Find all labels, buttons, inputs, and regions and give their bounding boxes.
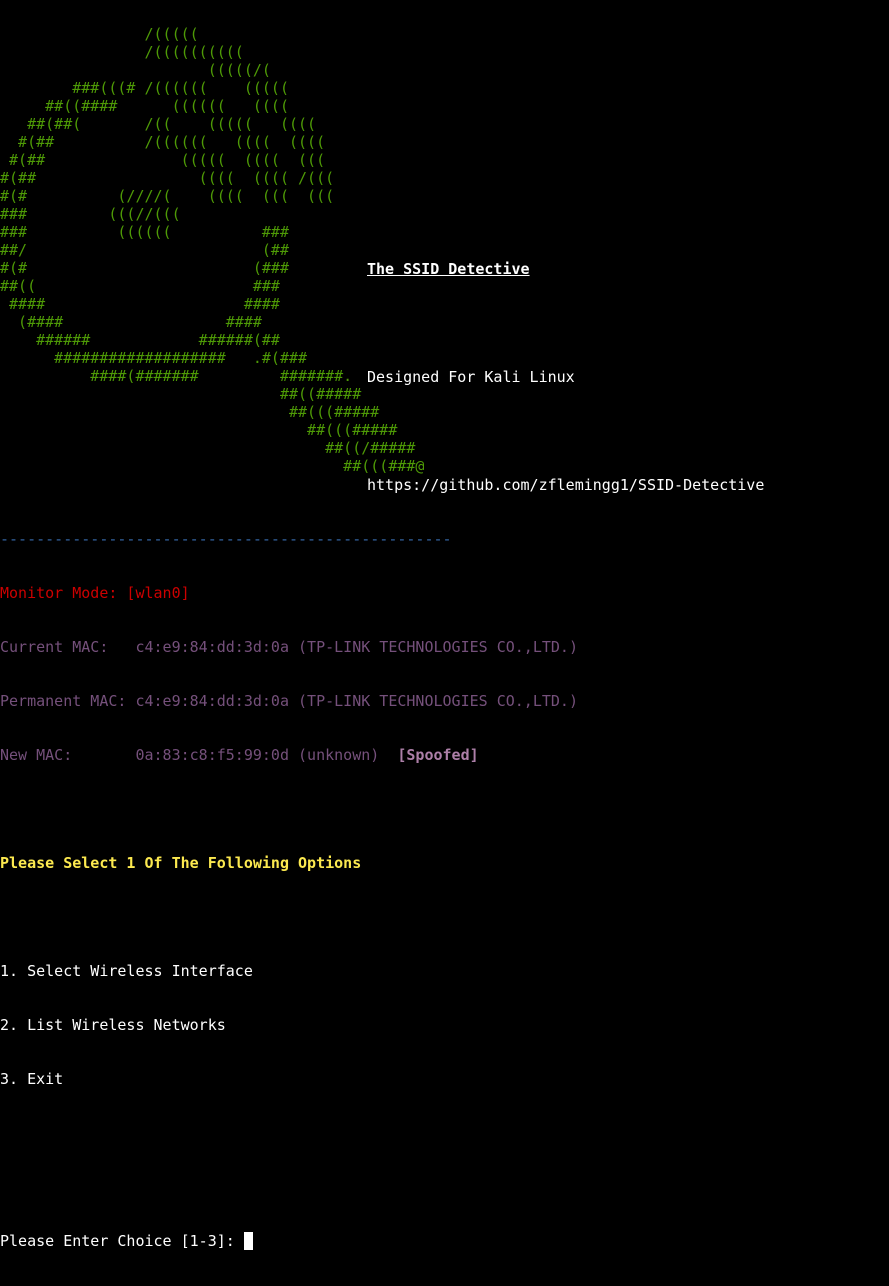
new-mac-line: New MAC: 0a:83:c8:f5:99:0d (unknown) [Sp… [0,746,578,764]
spoofed-badge: [Spoofed] [397,746,479,764]
menu-option-2: 2. List Wireless Networks [0,1016,226,1034]
monitor-mode-status: Monitor Mode: [wlan0] [0,584,190,602]
menu-heading: Please Select 1 Of The Following Options [0,854,362,872]
new-mac-text: New MAC: 0a:83:c8:f5:99:0d (unknown) [0,746,398,764]
terminal-window: /((((( /(((((((((( (((((/( ###(((# /((((… [0,0,889,1250]
ascii-art-banner: /((((( /(((((((((( (((((/( ###(((# /((((… [0,25,425,475]
choice-prompt[interactable]: Please Enter Choice [1-3]: [0,1232,578,1250]
app-title: The SSID Detective [367,260,530,278]
app-subtitle: Designed For Kali Linux [367,368,575,386]
banner-info: The SSID Detective Designed For Kali Lin… [367,224,764,530]
permanent-mac-line: Permanent MAC: c4:e9:84:dd:3d:0a (TP-LIN… [0,692,578,710]
project-url: https://github.com/zflemingg1/SSID-Detec… [367,476,765,494]
choice-prompt-text: Please Enter Choice [1-3]: [0,1232,244,1250]
menu-option-1: 1. Select Wireless Interface [0,962,253,980]
terminal-output: ----------------------------------------… [0,494,578,1286]
current-mac-line: Current MAC: c4:e9:84:dd:3d:0a (TP-LINK … [0,638,578,656]
text-cursor[interactable] [243,1232,253,1250]
divider-line: ----------------------------------------… [0,530,452,548]
menu-option-3: 3. Exit [0,1070,64,1088]
